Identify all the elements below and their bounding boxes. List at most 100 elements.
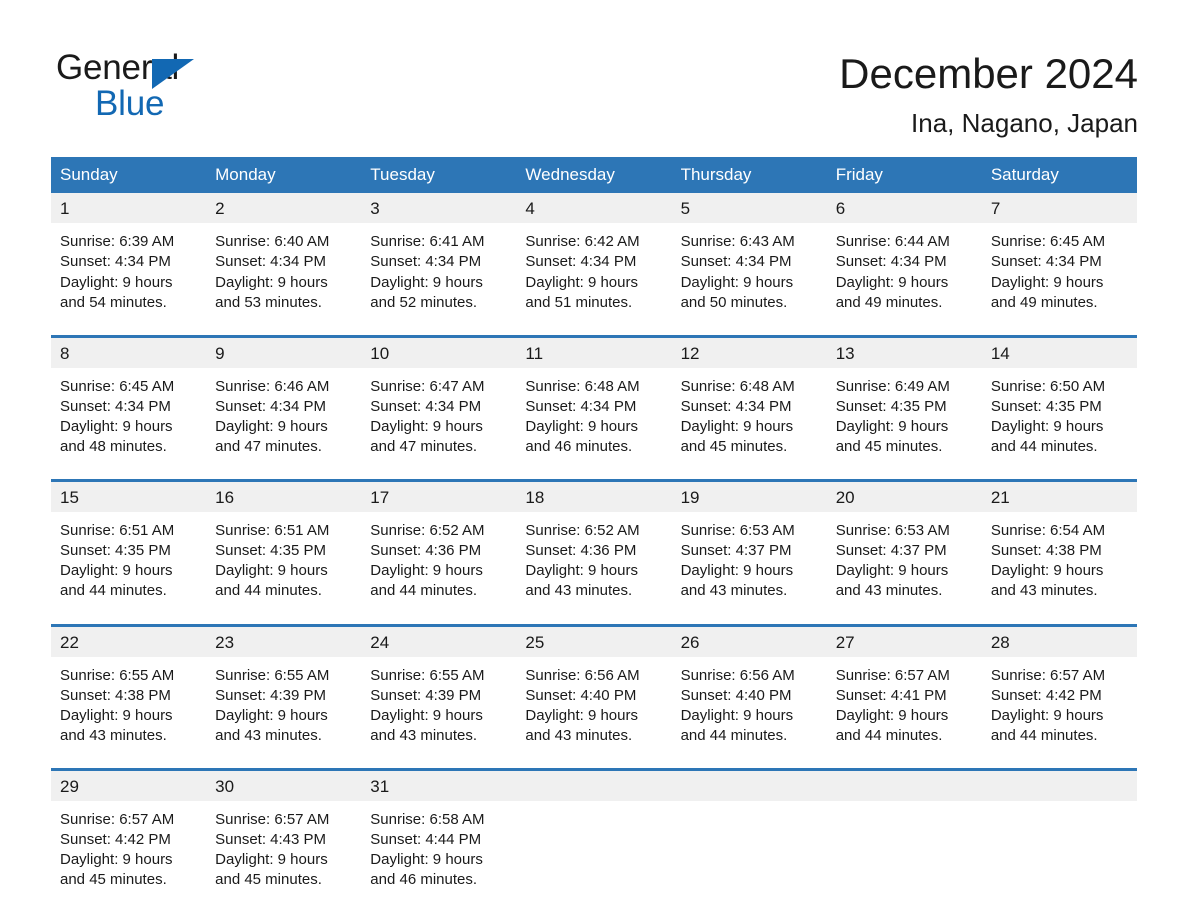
sunrise-text: Sunrise: 6:57 AM <box>835 666 950 684</box>
sunrise-text: Sunrise: 6:57 AM <box>60 810 175 828</box>
daylight-text-line2: and 43 minutes. <box>990 582 1098 600</box>
sunrise-text: Sunrise: 6:51 AM <box>215 522 330 540</box>
day-cell: Sunrise: 6:48 AM Sunset: 4:34 PM Dayligh… <box>516 367 672 481</box>
sunset-text: Sunset: 4:38 PM <box>60 686 171 704</box>
daylight-text-line2: and 44 minutes. <box>215 582 322 600</box>
day-number[interactable]: 4 <box>516 193 672 224</box>
sunset-text: Sunset: 4:42 PM <box>990 686 1102 704</box>
sunset-text: Sunset: 4:38 PM <box>990 542 1102 560</box>
day-number[interactable]: 8 <box>51 334 207 368</box>
week-1-daynum-row: 1 2 3 4 5 6 7 <box>51 193 1137 224</box>
day-cell: Sunrise: 6:57 AM Sunset: 4:41 PM Dayligh… <box>826 656 982 770</box>
day-number[interactable]: 24 <box>361 623 517 657</box>
page-title: December 2024 <box>839 50 1138 97</box>
sunrise-text: Sunrise: 6:46 AM <box>215 377 330 395</box>
day-number[interactable]: 11 <box>516 334 672 368</box>
day-number[interactable]: 12 <box>671 334 827 368</box>
weekday-header-friday: Friday <box>826 157 982 194</box>
day-number[interactable]: 15 <box>51 479 207 513</box>
day-number[interactable]: 10 <box>361 334 517 368</box>
day-number[interactable]: 23 <box>206 623 362 657</box>
day-number[interactable]: 5 <box>671 193 827 224</box>
daylight-text-line1: Daylight: 9 hours <box>215 562 328 580</box>
day-number-empty <box>516 767 672 801</box>
day-number[interactable]: 18 <box>516 479 672 513</box>
sunset-text: Sunset: 4:39 PM <box>215 686 327 704</box>
weekday-header-thursday: Thursday <box>671 157 827 194</box>
day-number[interactable]: 16 <box>206 479 362 513</box>
sunset-text: Sunset: 4:39 PM <box>370 686 482 704</box>
day-number[interactable]: 3 <box>361 193 517 224</box>
sunset-text: Sunset: 4:41 PM <box>835 686 947 704</box>
week-3-info-row: Sunrise: 6:51 AM Sunset: 4:35 PM Dayligh… <box>51 512 1137 626</box>
day-number[interactable]: 29 <box>51 767 207 801</box>
daylight-text-line1: Daylight: 9 hours <box>215 706 328 724</box>
daylight-text-line1: Daylight: 9 hours <box>60 417 173 435</box>
day-number[interactable]: 14 <box>981 334 1137 368</box>
day-number[interactable]: 2 <box>206 193 362 224</box>
daylight-text-line1: Daylight: 9 hours <box>835 417 949 435</box>
sunset-text: Sunset: 4:36 PM <box>370 542 482 560</box>
weekday-header-row: Sunday Monday Tuesday Wednesday Thursday… <box>51 157 1137 194</box>
day-cell: Sunrise: 6:51 AM Sunset: 4:35 PM Dayligh… <box>51 512 207 626</box>
daylight-text-line2: and 44 minutes. <box>60 582 167 600</box>
day-cell: Sunrise: 6:52 AM Sunset: 4:36 PM Dayligh… <box>361 512 517 626</box>
day-number[interactable]: 27 <box>826 623 982 657</box>
daylight-text-line2: and 49 minutes. <box>990 293 1098 311</box>
day-number[interactable]: 1 <box>51 193 207 224</box>
day-cell: Sunrise: 6:56 AM Sunset: 4:40 PM Dayligh… <box>671 656 827 770</box>
sunrise-text: Sunrise: 6:41 AM <box>370 233 485 251</box>
sunrise-text: Sunrise: 6:53 AM <box>835 522 950 540</box>
week-2-info-row: Sunrise: 6:45 AM Sunset: 4:34 PM Dayligh… <box>51 367 1137 481</box>
day-number[interactable]: 26 <box>671 623 827 657</box>
day-number[interactable]: 6 <box>826 193 982 224</box>
daylight-text-line2: and 43 minutes. <box>525 582 633 600</box>
sunset-text: Sunset: 4:34 PM <box>60 397 171 415</box>
day-cell: Sunrise: 6:42 AM Sunset: 4:34 PM Dayligh… <box>516 223 672 337</box>
day-number[interactable]: 25 <box>516 623 672 657</box>
day-number[interactable]: 31 <box>361 767 517 801</box>
day-cell-empty <box>826 800 982 913</box>
day-number[interactable]: 28 <box>981 623 1137 657</box>
day-cell: Sunrise: 6:55 AM Sunset: 4:38 PM Dayligh… <box>51 656 207 770</box>
sunset-text: Sunset: 4:35 PM <box>835 397 947 415</box>
sunset-text: Sunset: 4:34 PM <box>525 253 637 271</box>
day-number[interactable]: 20 <box>826 479 982 513</box>
sunset-text: Sunset: 4:34 PM <box>215 253 327 271</box>
day-number[interactable]: 19 <box>671 479 827 513</box>
day-number[interactable]: 13 <box>826 334 982 368</box>
daylight-text-line2: and 50 minutes. <box>680 293 788 311</box>
weekday-header-monday: Monday <box>206 157 362 194</box>
daylight-text-line1: Daylight: 9 hours <box>215 851 328 869</box>
daylight-text-line2: and 47 minutes. <box>215 438 322 456</box>
day-cell: Sunrise: 6:48 AM Sunset: 4:34 PM Dayligh… <box>671 367 827 481</box>
day-number[interactable]: 7 <box>981 193 1137 224</box>
sunrise-text: Sunrise: 6:55 AM <box>215 666 330 684</box>
sunrise-text: Sunrise: 6:56 AM <box>525 666 640 684</box>
daylight-text-line2: and 43 minutes. <box>835 582 943 600</box>
daylight-text-line2: and 44 minutes. <box>680 726 788 744</box>
day-number[interactable]: 17 <box>361 479 517 513</box>
daylight-text-line1: Daylight: 9 hours <box>835 273 949 291</box>
sunrise-text: Sunrise: 6:49 AM <box>835 377 950 395</box>
sunrise-text: Sunrise: 6:45 AM <box>990 233 1106 251</box>
daylight-text-line1: Daylight: 9 hours <box>525 417 638 435</box>
daylight-text-line1: Daylight: 9 hours <box>370 417 483 435</box>
sunset-text: Sunset: 4:34 PM <box>990 253 1102 271</box>
day-number[interactable]: 9 <box>206 334 362 368</box>
sunrise-text: Sunrise: 6:58 AM <box>370 810 485 828</box>
sunrise-text: Sunrise: 6:50 AM <box>990 377 1106 395</box>
day-cell: Sunrise: 6:45 AM Sunset: 4:34 PM Dayligh… <box>51 367 207 481</box>
daylight-text-line2: and 44 minutes. <box>990 726 1098 744</box>
day-number[interactable]: 30 <box>206 767 362 801</box>
day-number[interactable]: 22 <box>51 623 207 657</box>
day-cell: Sunrise: 6:39 AM Sunset: 4:34 PM Dayligh… <box>51 223 207 337</box>
day-number[interactable]: 21 <box>981 479 1137 513</box>
day-cell: Sunrise: 6:46 AM Sunset: 4:34 PM Dayligh… <box>206 367 362 481</box>
sunrise-text: Sunrise: 6:53 AM <box>680 522 795 540</box>
daylight-text-line2: and 49 minutes. <box>835 293 943 311</box>
sunset-text: Sunset: 4:34 PM <box>525 397 637 415</box>
daylight-text-line2: and 45 minutes. <box>60 871 167 889</box>
sunrise-text: Sunrise: 6:51 AM <box>60 522 175 540</box>
week-4-daynum-row: 22 23 24 25 26 27 28 <box>51 623 1137 657</box>
